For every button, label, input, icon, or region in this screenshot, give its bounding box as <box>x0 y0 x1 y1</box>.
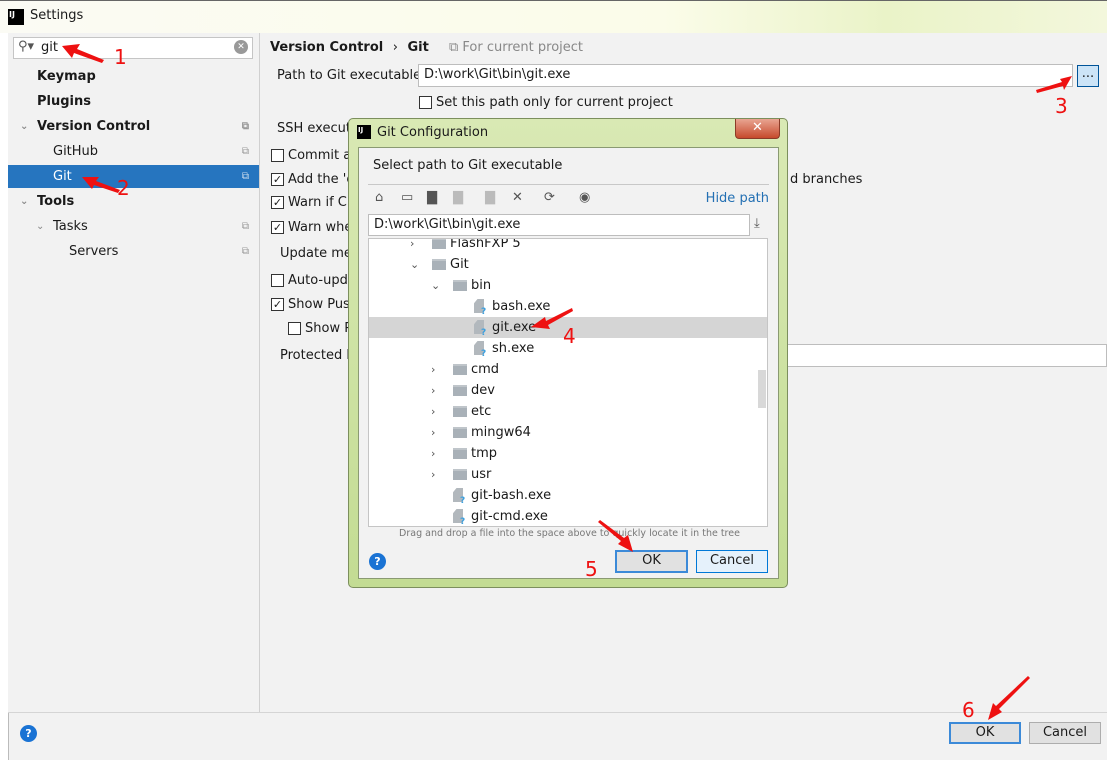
annotation-3: 3 <box>1055 94 1068 118</box>
annotation-1: 1 <box>114 45 127 69</box>
arrow-3 <box>1036 76 1072 93</box>
arrow-5 <box>598 520 633 552</box>
annotation-5: 5 <box>585 557 598 581</box>
annotation-2: 2 <box>117 176 130 200</box>
arrow-2 <box>82 177 120 193</box>
annotation-6: 6 <box>962 698 975 722</box>
arrow-6 <box>988 676 1030 720</box>
arrow-1 <box>62 44 104 63</box>
annotation-arrows <box>62 44 1072 720</box>
annotation-4: 4 <box>563 324 576 348</box>
